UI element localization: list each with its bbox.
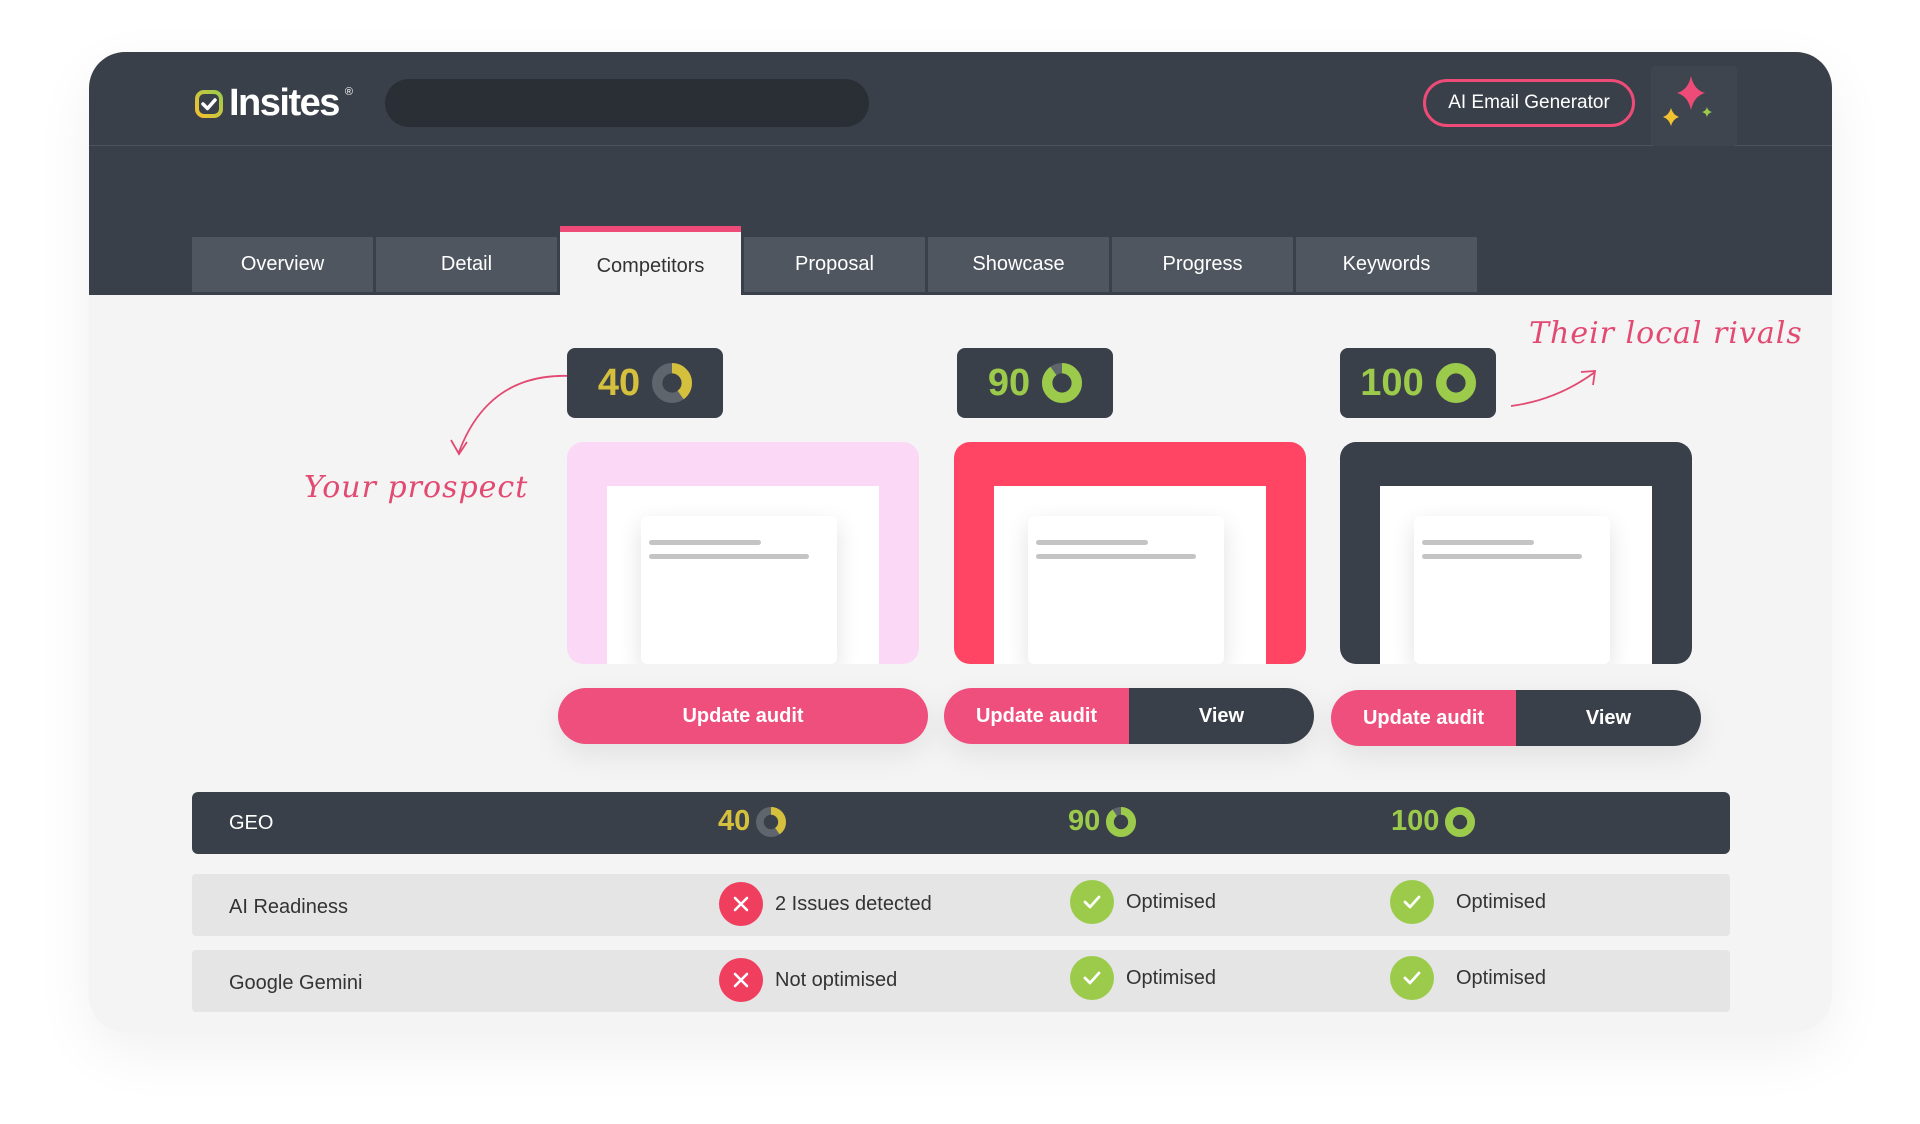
row-ai-readiness: AI Readiness 2 Issues detected Optimised… — [192, 874, 1730, 936]
geo-score-rival-2: 100 — [1391, 805, 1476, 838]
status-rival-1: Optimised — [1070, 956, 1216, 1000]
status-text: Not optimised — [775, 968, 898, 991]
tab-bar: Overview Detail Competitors Proposal Sho… — [192, 226, 1477, 295]
sparkle-icon — [1663, 76, 1712, 126]
logo-text: Insites — [229, 82, 340, 124]
logo[interactable]: Insites ® — [195, 82, 353, 125]
check-icon — [1390, 880, 1434, 924]
score-ring-icon — [1445, 806, 1476, 837]
tab-competitors[interactable]: Competitors — [560, 226, 741, 295]
status-prospect: Not optimised — [719, 958, 897, 1002]
geo-score-rival-1: 90 — [1068, 805, 1137, 838]
geo-score-prospect: 40 — [718, 805, 787, 838]
tab-proposal[interactable]: Proposal — [744, 237, 925, 292]
logo-check-icon — [195, 89, 223, 118]
registered-mark: ® — [344, 85, 353, 98]
website-thumbnail — [1380, 486, 1652, 664]
website-card-prospect[interactable] — [567, 442, 919, 664]
rivals-arrow — [1510, 370, 1597, 407]
score-value: 100 — [1360, 361, 1424, 404]
geo-score-value: 90 — [1068, 805, 1101, 837]
status-text: Optimised — [1126, 966, 1217, 989]
update-audit-button[interactable]: Update audit — [558, 688, 928, 744]
check-icon — [1070, 880, 1114, 924]
website-card-rival-2[interactable] — [1340, 442, 1692, 664]
check-icon — [1390, 956, 1434, 1000]
tab-detail[interactable]: Detail — [376, 237, 557, 292]
row-label: Google Gemini — [229, 972, 363, 994]
status-text: Optimised — [1126, 890, 1217, 913]
status-text: Optimised — [1456, 966, 1547, 989]
website-thumbnail — [607, 486, 879, 664]
status-rival-2: Optimised — [1390, 956, 1546, 1000]
annotation-their-local-rivals: Their local rivals — [1529, 316, 1803, 351]
x-icon — [719, 882, 763, 926]
actions-rival-1: Update audit View — [944, 688, 1314, 744]
status-rival-2: Optimised — [1390, 880, 1546, 924]
actions-prospect: Update audit — [558, 688, 928, 744]
geo-score-value: 100 — [1391, 805, 1440, 837]
score-ring-icon — [756, 806, 787, 837]
status-prospect: 2 Issues detected — [719, 882, 932, 926]
update-audit-button[interactable]: Update audit — [1331, 690, 1516, 746]
page-preview — [1414, 516, 1610, 664]
app-frame: Insites ® AI Email Generator Overview De… — [89, 52, 1832, 1032]
prospect-arrow — [450, 374, 573, 456]
search-bar[interactable] — [385, 79, 869, 127]
geo-score-value: 40 — [718, 805, 751, 837]
actions-rival-2: Update audit View — [1331, 690, 1701, 746]
score-value: 90 — [987, 361, 1031, 404]
status-text: Optimised — [1456, 890, 1547, 913]
tab-keywords[interactable]: Keywords — [1296, 237, 1477, 292]
check-icon — [1070, 956, 1114, 1000]
score-ring-icon — [1042, 363, 1083, 403]
view-button[interactable]: View — [1129, 688, 1314, 744]
page-preview — [1028, 516, 1224, 664]
ai-email-generator-button[interactable]: AI Email Generator — [1423, 79, 1635, 127]
status-text: 2 Issues detected — [775, 892, 932, 915]
sparkle-button[interactable] — [1651, 66, 1737, 146]
score-ring-icon — [1435, 363, 1476, 403]
score-badge-prospect: 40 — [567, 348, 723, 418]
status-rival-1: Optimised — [1070, 880, 1216, 924]
header-divider — [89, 145, 1832, 146]
score-ring-icon — [1106, 806, 1137, 837]
row-label: AI Readiness — [229, 896, 348, 918]
update-audit-button[interactable]: Update audit — [944, 688, 1129, 744]
geo-label: GEO — [229, 812, 274, 834]
view-button[interactable]: View — [1516, 690, 1701, 746]
website-thumbnail — [994, 486, 1266, 664]
geo-row: GEO 40 90 100 — [192, 792, 1730, 854]
score-ring-icon — [652, 363, 693, 403]
score-badge-rival-1: 90 — [957, 348, 1113, 418]
row-google-gemini: Google Gemini Not optimised Optimised Op… — [192, 950, 1730, 1012]
tab-progress[interactable]: Progress — [1112, 237, 1293, 292]
top-bar: Insites ® AI Email Generator Overview De… — [89, 52, 1832, 295]
page-preview — [641, 516, 837, 664]
tab-overview[interactable]: Overview — [192, 237, 373, 292]
x-icon — [719, 958, 763, 1002]
score-value: 40 — [597, 361, 641, 404]
website-card-rival-1[interactable] — [954, 442, 1306, 664]
tab-showcase[interactable]: Showcase — [928, 237, 1109, 292]
score-badge-rival-2: 100 — [1340, 348, 1496, 418]
annotation-your-prospect: Your prospect — [304, 470, 529, 505]
